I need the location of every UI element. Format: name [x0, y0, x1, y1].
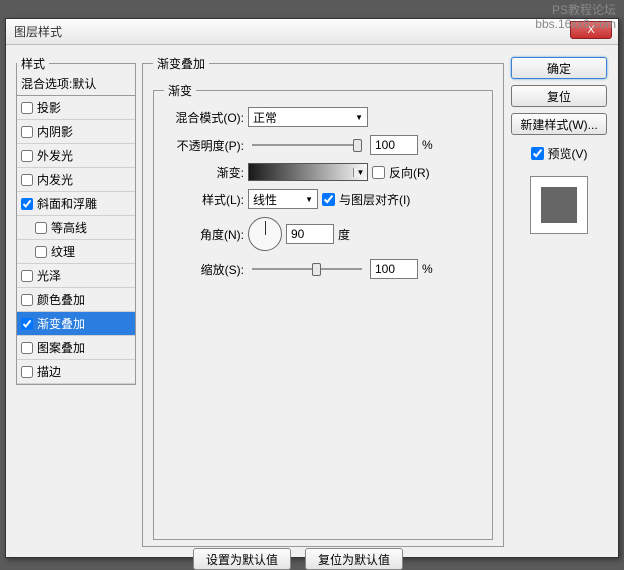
style-item-label: 图案叠加 — [37, 339, 85, 356]
watermark-text-2: bbs.16xx8.com — [535, 17, 616, 31]
style-item-8[interactable]: 颜色叠加 — [17, 288, 135, 312]
preview-label: 预览(V) — [548, 145, 588, 162]
new-style-button[interactable]: 新建样式(W)... — [511, 113, 607, 135]
align-checkbox[interactable] — [322, 193, 335, 206]
styles-panel: 样式 混合选项:默认投影内阴影外发光内发光斜面和浮雕等高线纹理光泽颜色叠加渐变叠… — [16, 55, 136, 547]
opacity-input[interactable] — [370, 135, 418, 155]
scale-input[interactable] — [370, 259, 418, 279]
chevron-down-icon: ▼ — [353, 168, 367, 177]
style-item-0[interactable]: 投影 — [17, 96, 135, 120]
style-item-9[interactable]: 渐变叠加 — [17, 312, 135, 336]
preview-swatch — [530, 176, 588, 234]
style-checkbox[interactable] — [21, 342, 33, 354]
style-checkbox[interactable] — [21, 366, 33, 378]
styles-legend: 样式 — [17, 55, 49, 72]
scale-slider[interactable] — [252, 268, 362, 270]
cancel-button[interactable]: 复位 — [511, 85, 607, 107]
reverse-checkbox[interactable] — [372, 166, 385, 179]
style-checkbox[interactable] — [21, 270, 33, 282]
style-item-label: 描边 — [37, 363, 61, 380]
style-item-label: 斜面和浮雕 — [37, 195, 97, 212]
blend-mode-label: 混合模式(O): — [164, 109, 244, 126]
opacity-slider[interactable] — [252, 144, 362, 146]
style-item-label: 等高线 — [51, 219, 87, 236]
style-item-label: 外发光 — [37, 147, 73, 164]
opacity-label: 不透明度(P): — [164, 137, 244, 154]
set-default-button[interactable]: 设置为默认值 — [193, 548, 291, 570]
gradient-label: 渐变: — [164, 164, 244, 181]
gradient-picker[interactable]: ▼ — [248, 163, 368, 181]
blend-mode-select[interactable]: 正常 ▼ — [248, 107, 368, 127]
style-item-label: 内阴影 — [37, 123, 73, 140]
style-item-5[interactable]: 等高线 — [17, 216, 135, 240]
style-item-11[interactable]: 描边 — [17, 360, 135, 384]
style-item-4[interactable]: 斜面和浮雕 — [17, 192, 135, 216]
options-panel: 渐变叠加 渐变 混合模式(O): 正常 ▼ 不透明度(P): — [142, 55, 504, 547]
preview-checkbox[interactable] — [531, 147, 544, 160]
style-item-label: 光泽 — [37, 267, 61, 284]
angle-unit: 度 — [338, 226, 350, 243]
style-item-label: 纹理 — [51, 243, 75, 260]
angle-label: 角度(N): — [164, 226, 244, 243]
style-checkbox[interactable] — [21, 198, 33, 210]
ok-button[interactable]: 确定 — [511, 57, 607, 79]
layer-style-dialog: 图层样式 X 样式 混合选项:默认投影内阴影外发光内发光斜面和浮雕等高线纹理光泽… — [5, 18, 619, 558]
style-checkbox[interactable] — [21, 126, 33, 138]
scale-label: 缩放(S): — [164, 261, 244, 278]
style-checkbox[interactable] — [35, 222, 47, 234]
style-header[interactable]: 混合选项:默认 — [17, 72, 135, 96]
style-item-6[interactable]: 纹理 — [17, 240, 135, 264]
titlebar: 图层样式 X — [6, 19, 618, 45]
right-panel: 确定 复位 新建样式(W)... 预览(V) — [510, 55, 608, 547]
dialog-title: 图层样式 — [14, 23, 62, 40]
reverse-label: 反向(R) — [389, 164, 430, 181]
watermark-text-1: PS教程论坛 — [535, 3, 616, 17]
style-item-10[interactable]: 图案叠加 — [17, 336, 135, 360]
angle-dial[interactable] — [248, 217, 282, 251]
chevron-down-icon: ▼ — [305, 195, 313, 204]
style-item-3[interactable]: 内发光 — [17, 168, 135, 192]
style-item-7[interactable]: 光泽 — [17, 264, 135, 288]
gradient-legend: 渐变 — [164, 82, 196, 99]
style-checkbox[interactable] — [21, 318, 33, 330]
style-checkbox[interactable] — [21, 102, 33, 114]
align-label: 与图层对齐(I) — [339, 191, 410, 208]
style-item-1[interactable]: 内阴影 — [17, 120, 135, 144]
scale-unit: % — [422, 262, 433, 276]
reset-default-button[interactable]: 复位为默认值 — [305, 548, 403, 570]
style-item-label: 渐变叠加 — [37, 315, 85, 332]
style-item-label: 内发光 — [37, 171, 73, 188]
angle-input[interactable] — [286, 224, 334, 244]
opacity-unit: % — [422, 138, 433, 152]
style-item-label: 颜色叠加 — [37, 291, 85, 308]
chevron-down-icon: ▼ — [355, 113, 363, 122]
style-item-label: 投影 — [37, 99, 61, 116]
style-select[interactable]: 线性 ▼ — [248, 189, 318, 209]
style-checkbox[interactable] — [21, 174, 33, 186]
style-label: 样式(L): — [164, 191, 244, 208]
style-checkbox[interactable] — [21, 294, 33, 306]
style-item-2[interactable]: 外发光 — [17, 144, 135, 168]
options-legend: 渐变叠加 — [153, 55, 209, 72]
style-checkbox[interactable] — [35, 246, 47, 258]
style-checkbox[interactable] — [21, 150, 33, 162]
